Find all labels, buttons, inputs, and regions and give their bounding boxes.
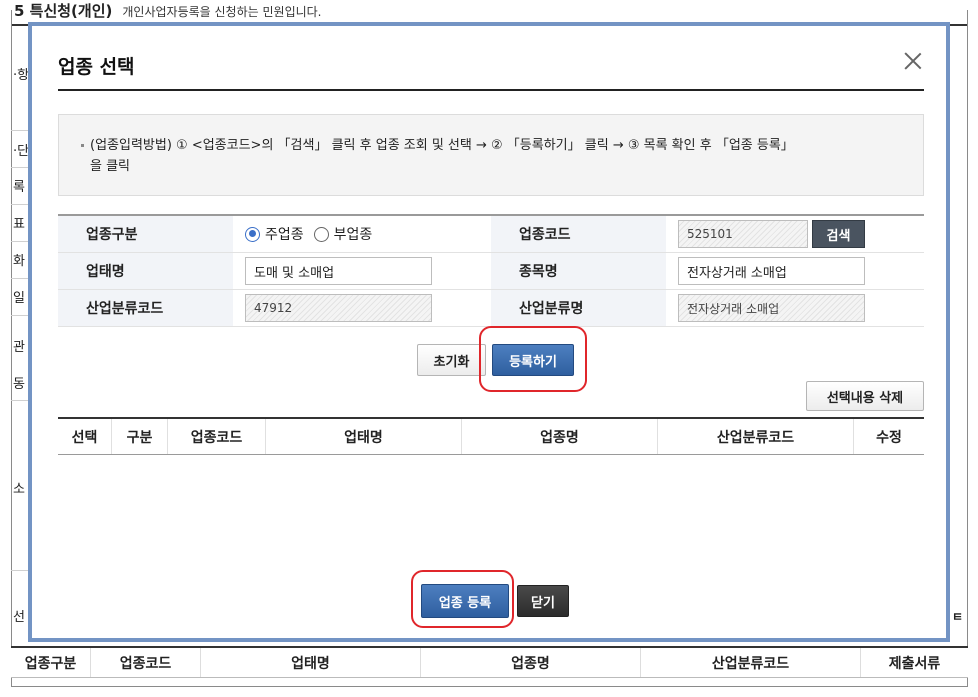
search-button[interactable]: 검색: [812, 220, 865, 248]
industry-form: 업종구분 주업종 부업종 업종코드 525101 검색 업태명 도매 및 소매업…: [58, 214, 924, 327]
form-row: 업종구분 주업종 부업종 업종코드 525101 검색: [58, 216, 924, 253]
close-button[interactable]: 닫기: [517, 585, 569, 617]
code-label: 업종코드: [491, 216, 666, 252]
list-col-header: 업종코드: [168, 419, 266, 454]
item-wrap: 전자상거래 소매업: [666, 253, 924, 289]
delete-selected-button[interactable]: 선택내용 삭제: [806, 381, 924, 411]
background-left-label: 록: [13, 180, 25, 195]
background-left-label: 소: [13, 482, 25, 497]
submit-industry-button[interactable]: 업종 등록: [421, 584, 509, 618]
background-col-header: 업종구분: [11, 648, 91, 677]
background-left-label: 선: [13, 610, 25, 625]
item-label: 종목명: [491, 253, 666, 289]
business-type-input[interactable]: 도매 및 소매업: [245, 257, 432, 285]
industry-select-modal: 업종 선택 (업종입력방법) ① <업종코드>의 「검색」 클릭 후 업종 조회…: [28, 22, 950, 642]
bullet-icon: [81, 144, 84, 147]
background-col-header: 산업분류코드: [641, 648, 861, 677]
industry-name-label: 산업분류명: [491, 290, 666, 326]
guide-line-1: (업종입력방법) ① <업종코드>의 「검색」 클릭 후 업종 조회 및 선택 …: [81, 135, 893, 156]
radio-unchecked-icon[interactable]: [313, 226, 329, 242]
category-label: 업종구분: [58, 216, 233, 252]
radio-sub-label: 부업종: [333, 227, 373, 243]
register-button[interactable]: 등록하기: [492, 344, 574, 376]
radio-checked-icon[interactable]: [245, 226, 260, 242]
background-row-line: [11, 570, 29, 571]
form-row: 산업분류코드 47912 산업분류명 전자상거래 소매업: [58, 290, 924, 327]
list-col-header: 선택: [58, 419, 112, 454]
background-left-label: 화: [13, 254, 25, 269]
title-divider: [58, 89, 924, 91]
industry-name-wrap: 전자상거래 소매업: [666, 290, 924, 326]
background-col-header: 업종명: [421, 648, 641, 677]
list-col-header: 업태명: [266, 419, 462, 454]
background-left-label: ·항: [13, 68, 30, 83]
list-col-header: 업종명: [462, 419, 658, 454]
background-left-label: 관: [13, 340, 25, 355]
background-row-line: [11, 315, 29, 316]
background-row-line: [11, 400, 29, 401]
list-col-header: 수정: [876, 429, 902, 446]
guide-text: (업종입력방법) ① <업종코드>의 「검색」 클릭 후 업종 조회 및 선택 …: [90, 138, 794, 153]
guide-line-2: 을 클릭: [90, 159, 131, 174]
close-icon[interactable]: [904, 52, 922, 70]
list-col-header: 산업분류코드: [658, 419, 854, 454]
background-left-label: ·단: [13, 144, 30, 159]
background-row-line: [11, 241, 29, 242]
form-row: 업태명 도매 및 소매업 종목명 전자상거래 소매업: [58, 253, 924, 290]
code-field-wrap: 525101 검색: [666, 216, 924, 252]
background-right-label: ㅌ: [952, 610, 964, 624]
industry-classification-code-input[interactable]: 47912: [245, 294, 432, 322]
reset-button[interactable]: 초기화: [417, 344, 486, 376]
industry-classification-name-input[interactable]: 전자상거래 소매업: [678, 294, 865, 322]
background-row-line: [11, 278, 29, 279]
modal-title: 업종 선택: [58, 56, 135, 78]
background-left-label: 일: [13, 291, 25, 306]
industry-list-header: 선택 구분 업종코드 업태명 업종명 산업분류코드 수정: [58, 417, 924, 455]
business-type-wrap: 도매 및 소매업: [233, 253, 491, 289]
background-col-header: 업태명: [201, 648, 421, 677]
category-radio-group: 주업종 부업종: [233, 216, 491, 252]
guide-box: (업종입력방법) ① <업종코드>의 「검색」 클릭 후 업종 조회 및 선택 …: [58, 114, 924, 196]
background-left-label: 표: [13, 217, 25, 232]
list-col-header: 구분: [112, 419, 168, 454]
industry-code-label: 산업분류코드: [58, 290, 233, 326]
background-row-line: [11, 204, 29, 205]
background-left-label: 동: [13, 377, 25, 392]
business-type-label: 업태명: [58, 253, 233, 289]
industry-code-wrap: 47912: [233, 290, 491, 326]
item-name-input[interactable]: 전자상거래 소매업: [678, 257, 865, 285]
background-col-header: 제출서류: [888, 655, 941, 672]
background-col-header: 업종코드: [91, 648, 201, 677]
industry-code-input[interactable]: 525101: [678, 220, 808, 248]
background-row-line: [11, 167, 29, 168]
background-row-line: [11, 130, 29, 131]
radio-sub-industry[interactable]: 부업종: [313, 224, 373, 244]
radio-main-industry[interactable]: 주업종: [245, 224, 304, 244]
background-table-header: 업종구분 업종코드 업태명 업종명 산업분류코드 제출서류: [11, 646, 968, 678]
radio-main-label: 주업종: [265, 227, 304, 243]
